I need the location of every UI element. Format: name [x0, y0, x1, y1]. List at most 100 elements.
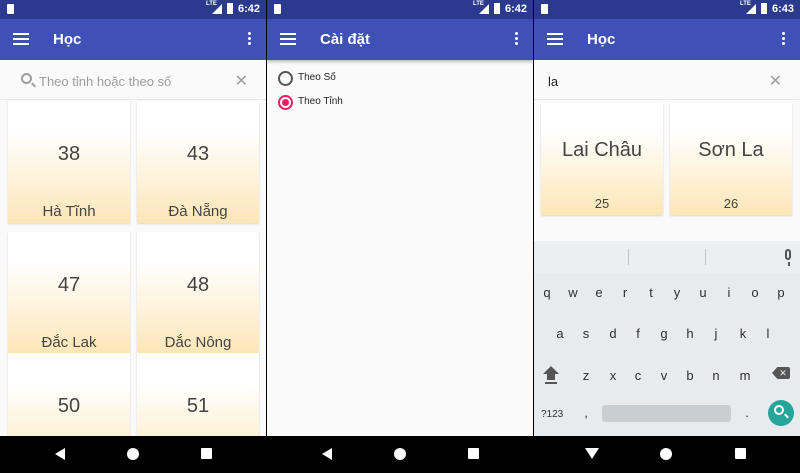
key-j[interactable]: j [704, 326, 728, 341]
more-vert-icon[interactable] [515, 32, 519, 48]
search-icon [21, 73, 32, 84]
card-number: 43 [186, 143, 210, 165]
status-time: 6:42 [238, 3, 261, 15]
battery-icon [494, 3, 500, 14]
search-bar: Theo tỉnh hoặc theo số ✕ [0, 60, 266, 100]
radio-checked[interactable] [278, 95, 293, 110]
sim-icon [541, 4, 548, 14]
option-label: Theo Số [298, 72, 336, 83]
key-g[interactable]: g [652, 326, 676, 341]
nav-hide-keyboard-icon[interactable] [585, 448, 599, 459]
key-space[interactable] [602, 405, 731, 422]
menu-icon[interactable] [547, 33, 563, 45]
system-nav-bar [0, 436, 266, 473]
key-v[interactable]: v [652, 368, 676, 383]
key-h[interactable]: h [678, 326, 702, 341]
divider [628, 249, 629, 265]
nav-home-icon[interactable] [394, 448, 406, 460]
key-i[interactable]: i [717, 285, 741, 300]
key-t[interactable]: t [639, 285, 663, 300]
province-card[interactable]: 47 Đắc Lak [8, 232, 130, 354]
key-f[interactable]: f [626, 326, 650, 341]
status-time: 6:43 [772, 3, 795, 15]
system-nav-bar [534, 436, 800, 473]
close-icon[interactable]: ✕ [235, 71, 248, 91]
key-c[interactable]: c [626, 368, 650, 383]
card-name: Lai Châu [561, 139, 643, 161]
key-e[interactable]: e [587, 285, 611, 300]
page-title: Cài đặt [320, 31, 371, 48]
status-bar: LTE 6:42 [267, 0, 533, 19]
menu-icon[interactable] [280, 33, 296, 45]
key-a[interactable]: a [548, 326, 572, 341]
soft-keyboard: q w e r t y u i o p a s d f g h j k l z … [534, 241, 800, 436]
signal-icon [479, 4, 489, 14]
key-d[interactable]: d [601, 326, 625, 341]
close-icon[interactable]: ✕ [769, 71, 782, 91]
nav-home-icon[interactable] [127, 448, 139, 460]
more-vert-icon[interactable] [782, 32, 786, 48]
province-card[interactable]: 38 Hà Tĩnh [8, 101, 130, 223]
search-input[interactable]: la [548, 74, 558, 89]
card-number: 51 [186, 395, 210, 417]
result-card[interactable]: Lai Châu 25 [541, 103, 663, 215]
sim-icon [274, 4, 281, 14]
screen-hoc-grid: LTE 6:42 Học Theo tỉnh hoặc theo số ✕ 38… [0, 0, 266, 473]
battery-icon [761, 3, 767, 14]
key-k[interactable]: k [731, 326, 755, 341]
card-name: Dắc Nông [164, 334, 232, 351]
key-symbols[interactable]: ?123 [541, 409, 563, 420]
sim-icon [7, 4, 14, 14]
province-card[interactable]: 43 Đà Nẵng [137, 101, 259, 223]
page-title: Học [587, 31, 616, 48]
key-o[interactable]: o [743, 285, 767, 300]
result-card[interactable]: Sơn La 26 [670, 103, 792, 215]
key-x[interactable]: x [601, 368, 625, 383]
shift-icon[interactable] [543, 366, 559, 380]
suggestion-strip [534, 241, 800, 273]
system-nav-bar [267, 436, 533, 473]
key-p[interactable]: p [769, 285, 793, 300]
card-number: 25 [594, 196, 610, 211]
more-vert-icon[interactable] [248, 32, 252, 48]
page-title: Học [53, 31, 82, 48]
key-u[interactable]: u [691, 285, 715, 300]
key-search[interactable] [768, 400, 794, 426]
nav-back-icon[interactable] [322, 448, 332, 460]
key-w[interactable]: w [561, 285, 585, 300]
nav-recent-icon[interactable] [201, 448, 212, 459]
key-m[interactable]: m [733, 368, 757, 383]
mic-icon[interactable] [785, 249, 791, 266]
divider [705, 249, 706, 265]
province-card[interactable]: 48 Dắc Nông [137, 232, 259, 354]
nav-recent-icon[interactable] [468, 448, 479, 459]
key-n[interactable]: n [704, 368, 728, 383]
key-b[interactable]: b [678, 368, 702, 383]
search-bar: la ✕ [534, 60, 800, 100]
screen-settings: LTE 6:42 Cài đặt Theo Số Theo Tỉnh [267, 0, 533, 473]
key-q[interactable]: q [535, 285, 559, 300]
key-l[interactable]: l [756, 326, 780, 341]
key-y[interactable]: y [665, 285, 689, 300]
signal-icon [212, 4, 222, 14]
card-number: 26 [723, 196, 739, 211]
enter-search-icon [774, 405, 784, 415]
option-label: Theo Tỉnh [298, 96, 343, 107]
key-comma[interactable]: , [574, 405, 598, 420]
backspace-icon[interactable]: ✕ [772, 367, 790, 379]
search-input[interactable]: Theo tỉnh hoặc theo số [39, 74, 171, 89]
nav-home-icon[interactable] [660, 448, 672, 460]
card-name: Hà Tĩnh [42, 203, 96, 220]
app-bar: Học [534, 19, 800, 60]
nav-recent-icon[interactable] [735, 448, 746, 459]
key-s[interactable]: s [574, 326, 598, 341]
card-number: 47 [57, 274, 81, 296]
nav-back-icon[interactable] [55, 448, 65, 460]
radio-unchecked[interactable] [278, 71, 293, 86]
key-period[interactable]: . [735, 405, 759, 420]
status-bar: LTE 6:42 [0, 0, 266, 19]
key-z[interactable]: z [574, 368, 598, 383]
screen-search-results: LTE 6:43 Học la ✕ Lai Châu 25 Sơn La 26 … [534, 0, 800, 473]
key-r[interactable]: r [613, 285, 637, 300]
menu-icon[interactable] [13, 33, 29, 45]
